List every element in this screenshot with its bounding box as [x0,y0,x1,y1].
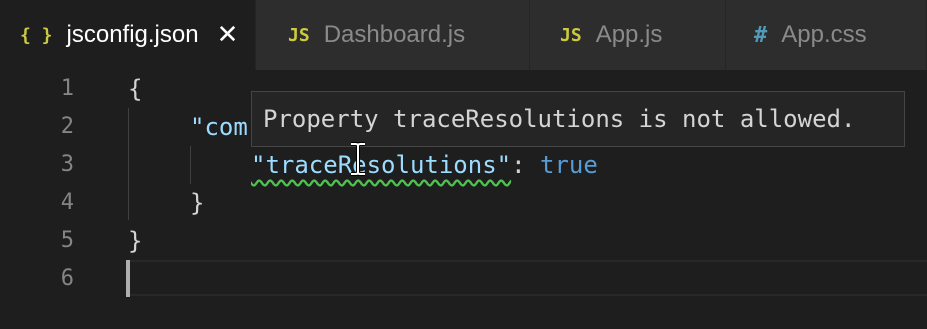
js-icon: JS [560,24,582,46]
line-number: 3 [60,152,74,177]
tab-label: Dashboard.js [323,21,466,48]
line-number: 4 [60,190,74,215]
line-number: 2 [60,114,74,139]
tab-label: App.css [781,21,867,48]
code-text: } [128,227,143,255]
tab-label: jsconfig.json [66,21,199,48]
ibeam-cursor-icon [351,142,365,176]
tab-app-css[interactable]: # App.css [726,0,927,70]
tab-label: App.js [595,21,663,48]
code-line-3: 3 "traceResolutions": true [0,146,927,184]
code-text: "traceResolutions": true [251,146,598,184]
code-text: { [128,75,143,103]
json-colon: : [511,151,540,179]
json-braces-icon: { } [20,24,53,46]
line-number: 6 [60,266,74,291]
line-number: 1 [60,76,74,101]
tab-jsconfig-json[interactable]: { } jsconfig.json ✕ [0,0,256,70]
tab-dashboard-js[interactable]: JS Dashboard.js [256,0,530,70]
js-icon: JS [288,24,310,46]
line-number: 5 [60,228,74,253]
tab-app-js[interactable]: JS App.js [530,0,726,70]
css-hash-icon: # [754,22,768,48]
text-cursor [126,260,130,297]
json-key: "com [190,113,248,141]
hover-tooltip: Property traceResolutions is not allowed… [251,91,905,147]
code-line-4: 4 } [0,184,927,222]
json-boolean-value: true [540,151,598,179]
json-key-error[interactable]: "traceResolutions" [251,151,511,179]
code-line-6: 6 [0,260,927,298]
editor-tab-bar: { } jsconfig.json ✕ JS Dashboard.js JS A… [0,0,927,70]
close-icon[interactable]: ✕ [217,20,239,50]
code-line-5: 5 } [0,222,927,260]
code-text: } [190,189,205,217]
